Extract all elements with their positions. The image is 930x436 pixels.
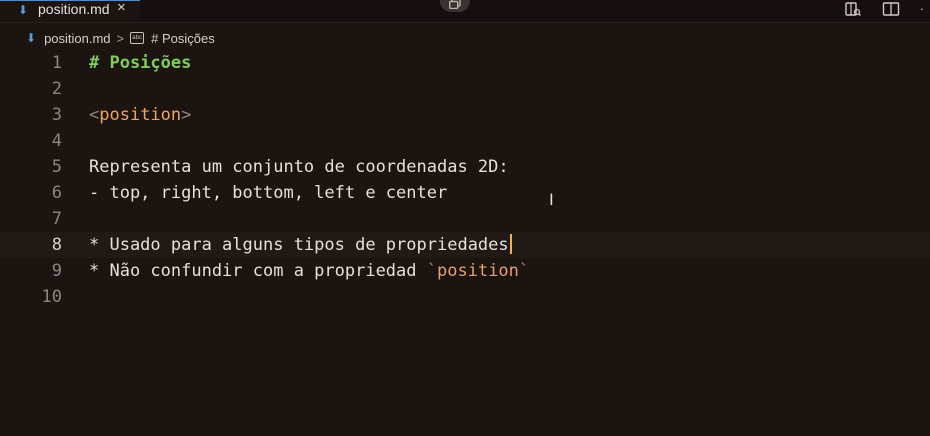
current-line[interactable]: 8 * Usado para alguns tipos de proprieda… [0, 232, 930, 258]
editor-line[interactable]: 3 <position> [0, 102, 930, 128]
line-number: 3 [51, 105, 62, 125]
tag-bracket: > [181, 105, 192, 125]
copy-icon [449, 0, 461, 9]
breadcrumb-file[interactable]: position.md [44, 31, 110, 46]
inline-code: position [437, 261, 519, 281]
line-number: 4 [51, 131, 62, 151]
line-number: 2 [51, 79, 62, 99]
line-number: 6 [51, 183, 62, 203]
line-number: 7 [51, 209, 62, 229]
open-preview-icon[interactable] [844, 1, 862, 17]
close-icon[interactable]: × [117, 0, 126, 16]
editor-line[interactable]: 7 [0, 206, 930, 232]
tab-label: position.md [38, 1, 110, 17]
editor-line[interactable]: 5 Representa um conjunto de coordenadas … [0, 154, 930, 180]
split-editor-icon[interactable] [882, 1, 900, 17]
drag-handle[interactable] [440, 0, 470, 12]
tab-position-md[interactable]: ⬇ position.md × [0, 0, 140, 22]
tag-bracket: < [89, 105, 100, 125]
symbol-string-icon: abc [130, 32, 145, 44]
line-text: # Posições [89, 53, 192, 73]
line-number: 9 [51, 261, 62, 281]
code-editor[interactable]: 1 # Posições 2 3 <position> 4 5 Represen… [0, 50, 930, 436]
tag-name: position [99, 105, 182, 125]
markdown-icon: ⬇ [18, 3, 29, 17]
editor-line[interactable]: 6 - top, right, bottom, left e center [0, 180, 930, 206]
editor-window: ⬇ position.md × · ⬇ position.md > abc # … [0, 0, 930, 436]
line-text: - top, right, bottom, left e center [89, 183, 448, 203]
line-text: * Não confundir com a propriedad `positi… [89, 258, 529, 284]
backtick: ` [426, 261, 438, 281]
breadcrumb-section[interactable]: # Posições [151, 31, 215, 46]
line-text: Representa um conjunto de coordenadas 2D… [89, 157, 509, 177]
line-number: 8 [51, 235, 62, 255]
text-cursor [509, 234, 512, 254]
line-text: <position> [89, 102, 191, 128]
more-actions-icon[interactable]: · [920, 2, 924, 15]
backtick: ` [518, 261, 530, 281]
line-content: * Não confundir com a propriedad [89, 261, 427, 281]
markdown-icon: ⬇ [26, 31, 37, 45]
line-text: * Usado para alguns tipos de propriedade… [89, 232, 512, 258]
editor-line[interactable]: 9 * Não confundir com a propriedad `posi… [0, 258, 930, 284]
breadcrumb-separator: > [116, 30, 125, 46]
editor-actions: · [844, 0, 930, 18]
tab-bar: ⬇ position.md × · [0, 0, 930, 23]
line-number: 10 [41, 287, 62, 307]
ibeam-cursor-icon: I [549, 190, 554, 209]
editor-line[interactable]: 10 [0, 284, 930, 310]
line-content: * Usado para alguns tipos de propriedade… [89, 235, 509, 255]
line-number: 5 [51, 157, 62, 177]
editor-line[interactable]: 2 [0, 76, 930, 102]
editor-line[interactable]: 4 [0, 128, 930, 154]
editor-line[interactable]: 1 # Posições [0, 50, 930, 76]
line-number: 1 [51, 53, 62, 73]
breadcrumb: ⬇ position.md > abc # Posições [26, 29, 215, 47]
